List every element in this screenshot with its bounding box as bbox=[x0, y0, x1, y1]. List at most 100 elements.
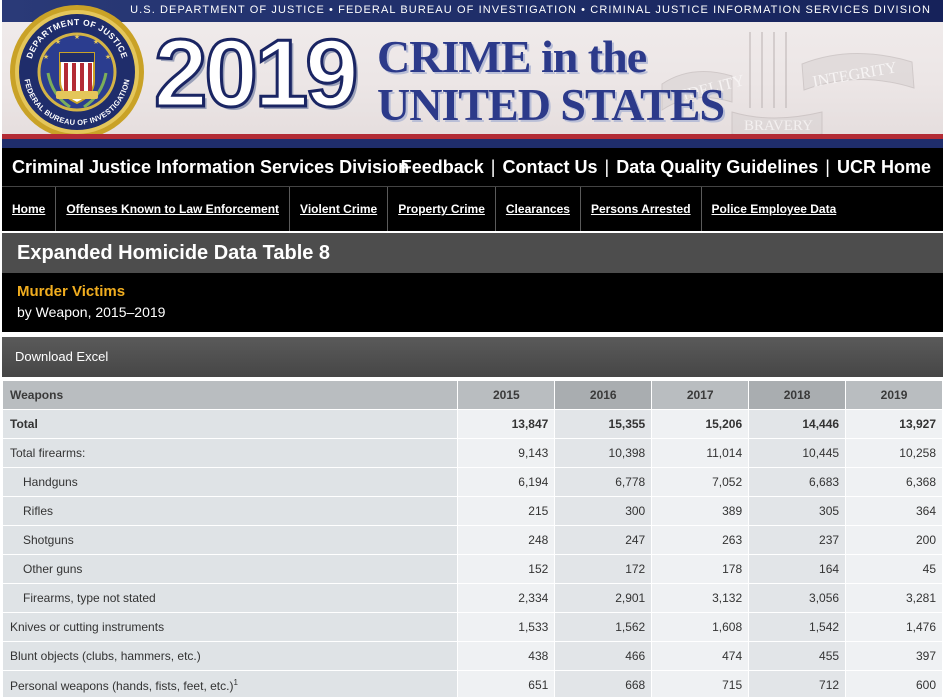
motto-bravery: BRAVERY bbox=[744, 118, 813, 134]
table-row: Handguns 6,194 6,778 7,052 6,683 6,368 bbox=[1, 467, 943, 497]
cell-value: 10,398 bbox=[554, 438, 653, 468]
row-label: Firearms, type not stated bbox=[1, 583, 459, 613]
cell-value: 455 bbox=[748, 641, 847, 671]
table-row: Shotguns 248 247 263 237 200 bbox=[1, 525, 943, 555]
cell-value: 10,258 bbox=[845, 438, 943, 468]
cell-value: 715 bbox=[651, 670, 750, 697]
table-row: Personal weapons (hands, fists, feet, et… bbox=[1, 670, 943, 697]
cell-value: 45 bbox=[845, 554, 943, 584]
cell-value: 172 bbox=[554, 554, 653, 584]
table-subtitle-sub: by Weapon, 2015–2019 bbox=[17, 304, 166, 320]
cell-value: 13,927 bbox=[845, 409, 943, 439]
cell-value: 474 bbox=[651, 641, 750, 671]
row-label: Shotguns bbox=[1, 525, 459, 555]
cell-value: 10,445 bbox=[748, 438, 847, 468]
column-header-weapons: Weapons bbox=[1, 380, 459, 410]
cell-value: 305 bbox=[748, 496, 847, 526]
link-separator: | bbox=[825, 157, 830, 177]
row-label-with-footnote: Personal weapons (hands, fists, feet, et… bbox=[1, 670, 459, 697]
cell-value: 9,143 bbox=[457, 438, 556, 468]
cell-value: 7,052 bbox=[651, 467, 750, 497]
row-label: Knives or cutting instruments bbox=[1, 612, 459, 642]
link-separator: | bbox=[604, 157, 610, 177]
cell-value: 6,778 bbox=[554, 467, 653, 497]
cell-value: 712 bbox=[748, 670, 847, 697]
cell-value: 300 bbox=[554, 496, 653, 526]
cell-value: 364 bbox=[845, 496, 943, 526]
nav-property-crime[interactable]: Property Crime bbox=[388, 187, 496, 231]
cell-value: 438 bbox=[457, 641, 556, 671]
cell-value: 215 bbox=[457, 496, 556, 526]
ucr-home-link[interactable]: UCR Home bbox=[837, 157, 931, 177]
cell-value: 1,542 bbox=[748, 612, 847, 642]
division-bar: Criminal Justice Information Services Di… bbox=[2, 148, 943, 186]
table-subtitle-block: Murder Victims by Weapon, 2015–2019 bbox=[2, 273, 943, 332]
download-bar: Download Excel bbox=[2, 337, 943, 377]
cell-value: 397 bbox=[845, 641, 943, 671]
cell-value: 15,355 bbox=[554, 409, 653, 439]
nav-clearances[interactable]: Clearances bbox=[496, 187, 581, 231]
cell-value: 668 bbox=[554, 670, 653, 697]
footnote-marker[interactable]: 1 bbox=[233, 678, 237, 687]
table-row: Total firearms: 9,143 10,398 11,014 10,4… bbox=[1, 438, 943, 468]
cell-value: 1,608 bbox=[651, 612, 750, 642]
main-nav: Home Offenses Known to Law Enforcement V… bbox=[2, 186, 943, 231]
nav-violent-crime[interactable]: Violent Crime bbox=[290, 187, 389, 231]
svg-text:★: ★ bbox=[74, 33, 80, 41]
cell-value: 3,056 bbox=[748, 583, 847, 613]
row-label: Handguns bbox=[1, 467, 459, 497]
cell-value: 11,014 bbox=[651, 438, 750, 468]
top-links: Feedback | Contact Us | Data Quality Gui… bbox=[401, 157, 931, 178]
report-title-line1: CRIME in the bbox=[377, 31, 647, 82]
column-header-2016: 2016 bbox=[554, 380, 653, 410]
cell-value: 1,562 bbox=[554, 612, 653, 642]
row-label: Other guns bbox=[1, 554, 459, 584]
table-row: Firearms, type not stated 2,334 2,901 3,… bbox=[1, 583, 943, 613]
table-header-row: Weapons 2015 2016 2017 2018 2019 bbox=[1, 380, 943, 410]
nav-persons-arrested[interactable]: Persons Arrested bbox=[581, 187, 702, 231]
table-subtitle-main: Murder Victims bbox=[17, 283, 126, 300]
nav-home[interactable]: Home bbox=[2, 187, 57, 231]
svg-text:★: ★ bbox=[93, 38, 99, 46]
cell-value: 651 bbox=[457, 670, 556, 697]
cell-value: 2,334 bbox=[457, 583, 556, 613]
row-label: Rifles bbox=[1, 496, 459, 526]
table-row: Blunt objects (clubs, hammers, etc.) 438… bbox=[1, 641, 943, 671]
cell-value: 200 bbox=[845, 525, 943, 555]
report-title-line2: UNITED STATES bbox=[377, 79, 725, 130]
cell-value: 237 bbox=[748, 525, 847, 555]
cell-value: 247 bbox=[554, 525, 653, 555]
table-row-total: Total 13,847 15,355 15,206 14,446 13,927 bbox=[1, 409, 943, 439]
cell-value: 600 bbox=[845, 670, 943, 697]
doj-seal-icon: DEPARTMENT OF JUSTICE FEDERAL BUREAU OF … bbox=[10, 5, 144, 139]
link-separator: | bbox=[490, 157, 496, 177]
download-excel-link[interactable]: Download Excel bbox=[15, 349, 108, 364]
column-header-2018: 2018 bbox=[748, 380, 847, 410]
cell-value: 3,132 bbox=[651, 583, 750, 613]
cell-value: 1,533 bbox=[457, 612, 556, 642]
cell-value: 389 bbox=[651, 496, 750, 526]
column-header-2015: 2015 bbox=[457, 380, 556, 410]
cell-value: 164 bbox=[748, 554, 847, 584]
agency-line: U.S. DEPARTMENT OF JUSTICE • FEDERAL BUR… bbox=[130, 4, 931, 16]
cell-value: 15,206 bbox=[651, 409, 750, 439]
row-label: Total bbox=[1, 409, 459, 439]
svg-text:★: ★ bbox=[105, 53, 111, 61]
feedback-link[interactable]: Feedback bbox=[401, 157, 484, 177]
cell-value: 466 bbox=[554, 641, 653, 671]
page-title: Expanded Homicide Data Table 8 bbox=[2, 233, 943, 273]
contact-us-link[interactable]: Contact Us bbox=[502, 157, 597, 177]
nav-offenses-known[interactable]: Offenses Known to Law Enforcement bbox=[56, 187, 291, 231]
cell-value: 263 bbox=[651, 525, 750, 555]
cell-value: 6,368 bbox=[845, 467, 943, 497]
table-row: Knives or cutting instruments 1,533 1,56… bbox=[1, 612, 943, 642]
row-label: Blunt objects (clubs, hammers, etc.) bbox=[1, 641, 459, 671]
cell-value: 3,281 bbox=[845, 583, 943, 613]
cell-value: 248 bbox=[457, 525, 556, 555]
report-year: 2019 bbox=[153, 20, 361, 127]
table-row: Rifles 215 300 389 305 364 bbox=[1, 496, 943, 526]
data-quality-guidelines-link[interactable]: Data Quality Guidelines bbox=[616, 157, 818, 177]
table-row: Other guns 152 172 178 164 45 bbox=[1, 554, 943, 584]
banner-stripe-blue bbox=[2, 139, 943, 148]
nav-police-employee-data[interactable]: Police Employee Data bbox=[702, 187, 847, 231]
